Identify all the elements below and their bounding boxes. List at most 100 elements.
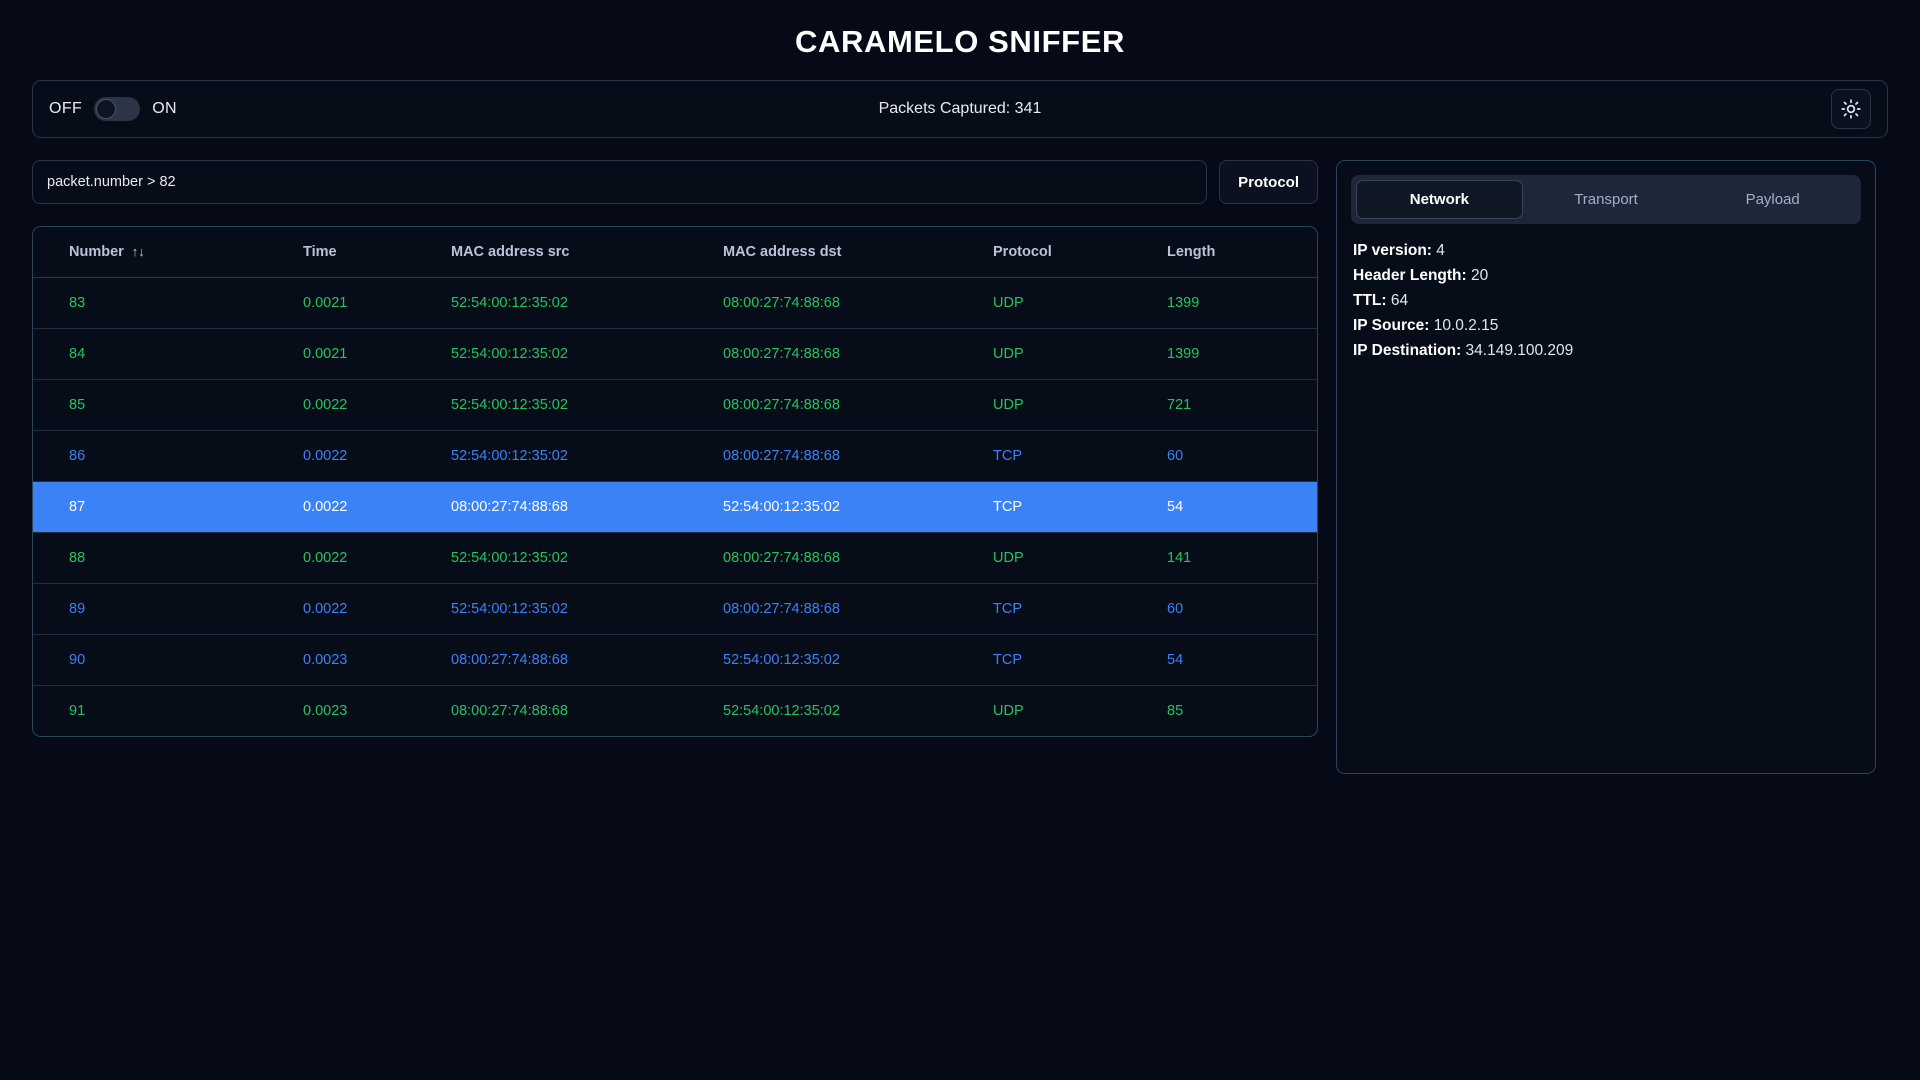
capture-toggle-switch[interactable] <box>94 97 140 121</box>
detail-row: IP version: 4 <box>1353 238 1859 263</box>
cell-time: 0.0021 <box>303 329 451 380</box>
table-row[interactable]: 910.002308:00:27:74:88:6852:54:00:12:35:… <box>33 686 1317 737</box>
cell-time: 0.0022 <box>303 431 451 482</box>
cell-protocol: TCP <box>993 635 1167 686</box>
detail-value: 34.149.100.209 <box>1461 342 1573 359</box>
cell-length: 54 <box>1167 482 1317 533</box>
table-row[interactable]: 880.002252:54:00:12:35:0208:00:27:74:88:… <box>33 533 1317 584</box>
cell-number: 88 <box>33 533 303 584</box>
cell-mac-src: 52:54:00:12:35:02 <box>451 380 723 431</box>
cell-mac-dst: 52:54:00:12:35:02 <box>723 686 993 737</box>
cell-mac-src: 52:54:00:12:35:02 <box>451 278 723 329</box>
detail-row: IP Destination: 34.149.100.209 <box>1353 338 1859 363</box>
cell-number: 90 <box>33 635 303 686</box>
column-header-mac-dst[interactable]: MAC address dst <box>723 227 993 278</box>
packet-table-body: 830.002152:54:00:12:35:0208:00:27:74:88:… <box>33 278 1317 737</box>
cell-mac-dst: 08:00:27:74:88:68 <box>723 584 993 635</box>
tab-payload[interactable]: Payload <box>1689 180 1856 219</box>
table-row[interactable]: 860.002252:54:00:12:35:0208:00:27:74:88:… <box>33 431 1317 482</box>
sort-arrows-icon[interactable]: ↑↓ <box>132 244 145 259</box>
packet-list-column: Protocol Number↑↓ Time MAC address src M… <box>32 160 1318 737</box>
cell-mac-src: 52:54:00:12:35:02 <box>451 533 723 584</box>
detail-key: IP Source: <box>1353 317 1429 334</box>
cell-mac-dst: 08:00:27:74:88:68 <box>723 278 993 329</box>
cell-protocol: TCP <box>993 584 1167 635</box>
packet-detail-panel: NetworkTransportPayload IP version: 4Hea… <box>1336 160 1876 774</box>
cell-mac-dst: 08:00:27:74:88:68 <box>723 380 993 431</box>
detail-key: TTL: <box>1353 292 1387 309</box>
detail-value: 10.0.2.15 <box>1429 317 1498 334</box>
detail-tabs: NetworkTransportPayload <box>1351 175 1861 224</box>
cell-mac-dst: 52:54:00:12:35:02 <box>723 635 993 686</box>
cell-number: 87 <box>33 482 303 533</box>
cell-length: 1399 <box>1167 329 1317 380</box>
toggle-off-label: OFF <box>49 100 82 118</box>
packet-table-head: Number↑↓ Time MAC address src MAC addres… <box>33 227 1317 278</box>
cell-protocol: TCP <box>993 482 1167 533</box>
theme-toggle-button[interactable] <box>1831 89 1871 129</box>
column-header-length[interactable]: Length <box>1167 227 1317 278</box>
app-root: CARAMELO SNIFFER OFF ON Packets Captured… <box>0 0 1920 1080</box>
cell-number: 85 <box>33 380 303 431</box>
cell-length: 54 <box>1167 635 1317 686</box>
detail-value: 20 <box>1467 267 1489 284</box>
detail-row: IP Source: 10.0.2.15 <box>1353 313 1859 338</box>
cell-length: 141 <box>1167 533 1317 584</box>
cell-length: 60 <box>1167 431 1317 482</box>
cell-mac-src: 52:54:00:12:35:02 <box>451 329 723 380</box>
cell-length: 1399 <box>1167 278 1317 329</box>
cell-number: 84 <box>33 329 303 380</box>
sun-icon <box>1841 99 1861 119</box>
cell-mac-dst: 08:00:27:74:88:68 <box>723 533 993 584</box>
cell-mac-src: 08:00:27:74:88:68 <box>451 482 723 533</box>
detail-key: IP version: <box>1353 242 1432 259</box>
cell-protocol: UDP <box>993 329 1167 380</box>
cell-mac-src: 08:00:27:74:88:68 <box>451 635 723 686</box>
top-toolbar: OFF ON Packets Captured: 341 <box>32 80 1888 138</box>
filter-bar: Protocol <box>32 160 1318 204</box>
cell-protocol: TCP <box>993 431 1167 482</box>
table-row[interactable]: 900.002308:00:27:74:88:6852:54:00:12:35:… <box>33 635 1317 686</box>
column-header-mac-src[interactable]: MAC address src <box>451 227 723 278</box>
cell-mac-src: 52:54:00:12:35:02 <box>451 431 723 482</box>
table-row[interactable]: 850.002252:54:00:12:35:0208:00:27:74:88:… <box>33 380 1317 431</box>
cell-mac-dst: 52:54:00:12:35:02 <box>723 482 993 533</box>
column-header-time[interactable]: Time <box>303 227 451 278</box>
detail-key: IP Destination: <box>1353 342 1461 359</box>
detail-row: Header Length: 20 <box>1353 263 1859 288</box>
cell-time: 0.0023 <box>303 686 451 737</box>
tab-transport[interactable]: Transport <box>1523 180 1690 219</box>
cell-mac-dst: 08:00:27:74:88:68 <box>723 431 993 482</box>
cell-length: 85 <box>1167 686 1317 737</box>
cell-number: 91 <box>33 686 303 737</box>
cell-protocol: UDP <box>993 380 1167 431</box>
cell-mac-src: 08:00:27:74:88:68 <box>451 686 723 737</box>
column-header-number[interactable]: Number↑↓ <box>33 227 303 278</box>
toggle-knob <box>96 99 116 119</box>
cell-number: 89 <box>33 584 303 635</box>
table-row[interactable]: 870.002208:00:27:74:88:6852:54:00:12:35:… <box>33 482 1317 533</box>
packet-table-card: Number↑↓ Time MAC address src MAC addres… <box>32 226 1318 737</box>
cell-protocol: UDP <box>993 278 1167 329</box>
table-row[interactable]: 830.002152:54:00:12:35:0208:00:27:74:88:… <box>33 278 1317 329</box>
page-title: CARAMELO SNIFFER <box>32 0 1888 80</box>
cell-mac-src: 52:54:00:12:35:02 <box>451 584 723 635</box>
protocol-filter-button[interactable]: Protocol <box>1219 160 1318 204</box>
detail-key: Header Length: <box>1353 267 1467 284</box>
cell-length: 60 <box>1167 584 1317 635</box>
main-content: Protocol Number↑↓ Time MAC address src M… <box>32 160 1888 774</box>
capture-toggle-group: OFF ON <box>49 97 177 121</box>
cell-number: 86 <box>33 431 303 482</box>
filter-input[interactable] <box>32 160 1207 204</box>
table-row[interactable]: 840.002152:54:00:12:35:0208:00:27:74:88:… <box>33 329 1317 380</box>
table-row[interactable]: 890.002252:54:00:12:35:0208:00:27:74:88:… <box>33 584 1317 635</box>
cell-number: 83 <box>33 278 303 329</box>
tab-network[interactable]: Network <box>1356 180 1523 219</box>
cell-time: 0.0022 <box>303 533 451 584</box>
table-header-row: Number↑↓ Time MAC address src MAC addres… <box>33 227 1317 278</box>
column-header-protocol[interactable]: Protocol <box>993 227 1167 278</box>
detail-value: 4 <box>1432 242 1445 259</box>
packet-table: Number↑↓ Time MAC address src MAC addres… <box>33 227 1317 736</box>
cell-time: 0.0022 <box>303 380 451 431</box>
cell-time: 0.0022 <box>303 584 451 635</box>
